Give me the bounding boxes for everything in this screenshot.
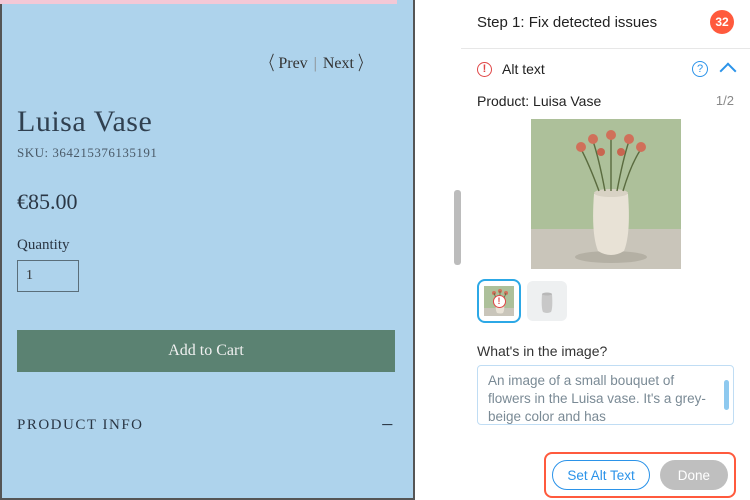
quantity-input[interactable]: 1 bbox=[17, 260, 79, 292]
add-to-cart-button[interactable]: Add to Cart bbox=[17, 330, 395, 372]
action-buttons-highlight: Set Alt Text Done bbox=[544, 452, 736, 498]
help-icon[interactable]: ? bbox=[692, 61, 708, 77]
thumbnail-2[interactable] bbox=[527, 281, 567, 321]
product-line: Product: Luisa Vase 1/2 bbox=[477, 93, 734, 109]
accordion-label: PRODUCT INFO bbox=[17, 417, 144, 434]
set-alt-text-button[interactable]: Set Alt Text bbox=[552, 460, 649, 490]
image-counter: 1/2 bbox=[716, 93, 734, 109]
chevron-up-icon[interactable] bbox=[720, 63, 737, 80]
textarea-scrollbar[interactable] bbox=[724, 380, 729, 410]
quantity-label: Quantity bbox=[17, 237, 375, 254]
thumbnail-row: ! bbox=[477, 281, 734, 321]
alt-text-value: An image of a small bouquet of flowers i… bbox=[488, 373, 706, 424]
product-preview-pane: 〈 Prev | Next 〉 Luisa Vase SKU: 36421537… bbox=[0, 0, 415, 500]
pager: 〈 Prev | Next 〉 bbox=[2, 4, 395, 73]
accessibility-panel: Step 1: Fix detected issues 32 ! Alt tex… bbox=[461, 0, 750, 500]
section-title: Alt text bbox=[502, 61, 692, 77]
alt-text-prompt: What's in the image? bbox=[477, 343, 734, 359]
alt-text-input[interactable]: An image of a small bouquet of flowers i… bbox=[477, 365, 734, 425]
issue-count-badge: 32 bbox=[710, 10, 734, 34]
next-link[interactable]: Next bbox=[323, 55, 354, 72]
alt-text-section-header[interactable]: ! Alt text ? bbox=[477, 49, 734, 87]
thumbnail-1[interactable]: ! bbox=[479, 281, 519, 321]
thumbnail-warning-icon: ! bbox=[493, 295, 506, 308]
step-header: Step 1: Fix detected issues 32 bbox=[477, 0, 734, 48]
product-label: Product: Luisa Vase bbox=[477, 93, 601, 109]
pager-divider: | bbox=[314, 55, 317, 72]
product-sku: SKU: 364215376135191 bbox=[17, 145, 375, 161]
product-title: Luisa Vase bbox=[17, 105, 375, 139]
prev-link[interactable]: Prev bbox=[278, 55, 307, 72]
minus-icon: − bbox=[381, 412, 395, 438]
scrollbar-thumb[interactable] bbox=[454, 190, 461, 265]
chevron-left-icon[interactable]: 〈 bbox=[262, 49, 274, 76]
main-product-image bbox=[531, 119, 681, 269]
product-info-accordion[interactable]: PRODUCT INFO − bbox=[17, 412, 395, 438]
step-title: Step 1: Fix detected issues bbox=[477, 14, 657, 31]
warning-icon: ! bbox=[477, 62, 492, 77]
done-button[interactable]: Done bbox=[660, 460, 728, 490]
gutter bbox=[415, 0, 461, 500]
product-price: €85.00 bbox=[17, 189, 375, 215]
chevron-right-icon[interactable]: 〉 bbox=[358, 49, 370, 76]
